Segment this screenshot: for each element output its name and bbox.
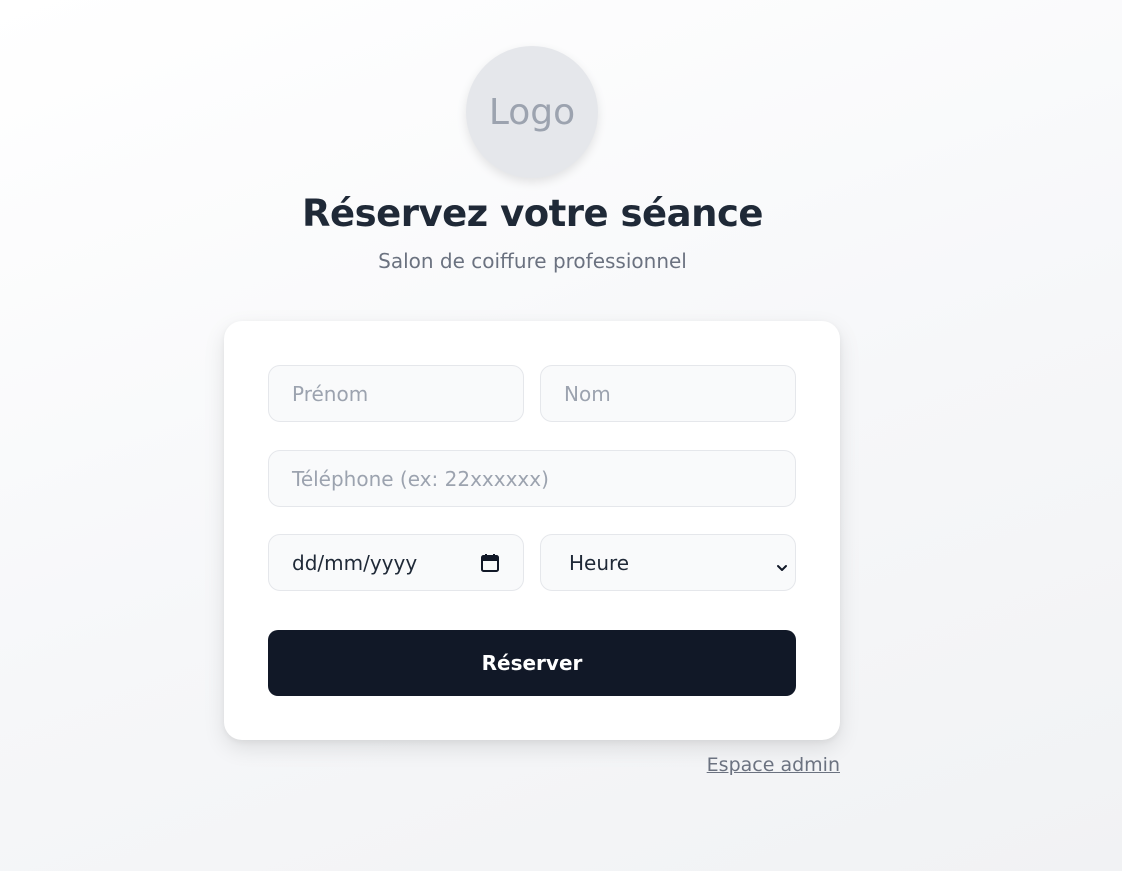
admin-link[interactable]: Espace admin (707, 754, 840, 776)
first-name-input[interactable]: Prénom (268, 365, 524, 422)
page-title: Réservez votre séance (302, 192, 763, 235)
time-select-value: Heure (569, 550, 630, 575)
chevron-down-icon (775, 556, 789, 571)
phone-placeholder: Téléphone (ex: 22xxxxxx) (292, 466, 549, 491)
time-select[interactable]: Heure (540, 534, 796, 591)
first-name-placeholder: Prénom (292, 381, 369, 406)
logo: Logo (466, 46, 598, 178)
page-subtitle: Salon de coiffure professionnel (378, 249, 687, 273)
date-input[interactable]: dd/mm/yyyy (268, 534, 524, 591)
last-name-input[interactable]: Nom (540, 365, 796, 422)
booking-form-card: Prénom Nom Téléphone (ex: 22xxxxxx) dd/m… (224, 321, 840, 740)
phone-input[interactable]: Téléphone (ex: 22xxxxxx) (268, 450, 796, 507)
reserve-button[interactable]: Réserver (268, 630, 796, 696)
date-display: dd/mm/yyyy (292, 550, 418, 575)
calendar-icon[interactable] (480, 553, 500, 573)
last-name-placeholder: Nom (564, 381, 611, 406)
